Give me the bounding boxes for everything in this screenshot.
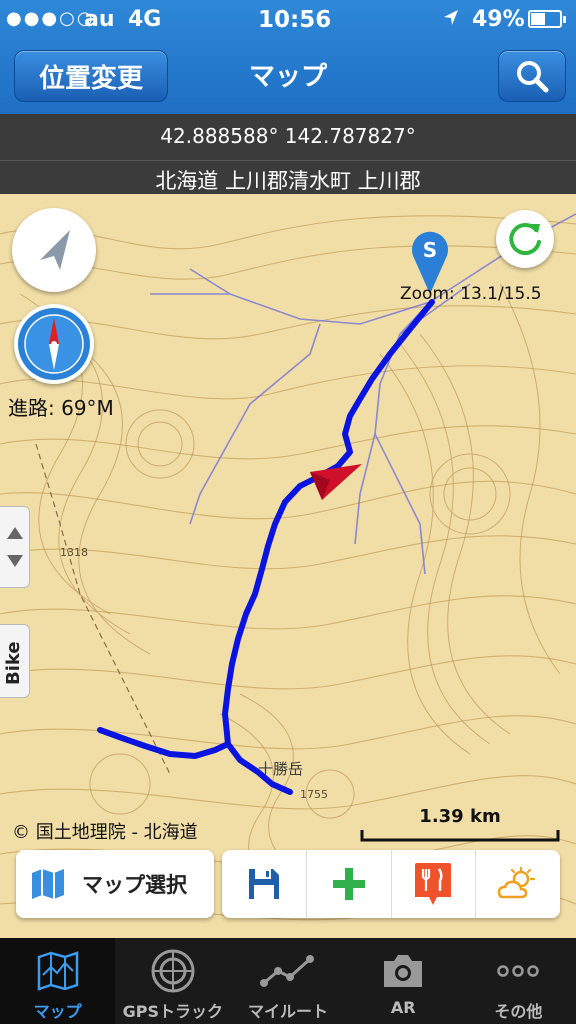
- compass-icon: [18, 308, 90, 380]
- navigation-button[interactable]: [12, 208, 96, 292]
- map-select-button[interactable]: マップ選択: [16, 850, 214, 918]
- address-text: 北海道 上川郡清水町 上川郡: [155, 169, 421, 193]
- scale-bar: 1.39 km: [362, 806, 558, 836]
- bike-mode-toggle[interactable]: Bike: [0, 624, 30, 698]
- heading-label: 進路: 69°M: [8, 396, 114, 420]
- zoom-label: Zoom: 13.1/15.5: [400, 284, 542, 304]
- coordinates-text: 42.888588° 142.787827°: [160, 124, 416, 148]
- tab-label: GPSトラック: [122, 1002, 223, 1021]
- carrier-name: au: [84, 7, 115, 32]
- map-copyright: © 国土地理院 - 北海道: [12, 822, 198, 843]
- more-icon: [497, 965, 540, 977]
- svg-text:1755: 1755: [300, 788, 328, 801]
- svg-text:十勝岳: 十勝岳: [258, 760, 303, 778]
- status-bar: ●●●○○ au 4G 10:56 49%: [0, 0, 576, 40]
- search-button[interactable]: [498, 50, 566, 102]
- up-down-arrows-icon: [7, 527, 23, 567]
- refresh-button[interactable]: [496, 210, 554, 268]
- scale-label: 1.39 km: [419, 806, 501, 827]
- route-icon: [260, 955, 314, 987]
- battery-percent: 49%: [472, 7, 525, 32]
- tab-label: マイルート: [248, 1002, 329, 1021]
- tab-ar[interactable]: AR: [346, 938, 461, 1024]
- svg-text:S: S: [423, 238, 437, 262]
- save-icon: [248, 869, 279, 899]
- map-icon: [37, 951, 78, 991]
- tab-label: その他: [494, 1002, 543, 1021]
- clock: 10:56: [258, 7, 332, 33]
- location-info-bar: 42.888588° 142.787827° 北海道 上川郡清水町 上川郡: [0, 114, 576, 194]
- map-action-toolbar: [222, 850, 560, 918]
- tab-map[interactable]: マップ: [0, 938, 116, 1024]
- map-icon: [32, 869, 64, 899]
- tab-my-route[interactable]: マイルート: [230, 938, 345, 1024]
- network-type: 4G: [128, 7, 162, 32]
- app-header: 位置変更 マップ: [0, 40, 576, 114]
- restaurant-icon: [415, 863, 452, 905]
- add-button[interactable]: [307, 850, 392, 918]
- save-button[interactable]: [222, 850, 307, 918]
- layer-stepper[interactable]: [0, 506, 30, 588]
- weather-button[interactable]: [476, 850, 560, 918]
- divider: [0, 160, 576, 161]
- compass-button[interactable]: [14, 304, 94, 384]
- tab-label: AR: [390, 998, 416, 1017]
- bike-mode-label: Bike: [3, 641, 24, 685]
- radar-icon: [151, 949, 195, 993]
- topo-map[interactable]: S 1318 1755 十勝岳 進路: 69°M Zoom: 13.1/15.5: [0, 194, 576, 938]
- page-title: マップ: [248, 62, 327, 92]
- navigation-arrow-icon: [40, 230, 70, 270]
- camera-icon: [384, 955, 423, 987]
- map-select-label: マップ選択: [82, 873, 187, 897]
- svg-text:1318: 1318: [60, 546, 88, 559]
- tab-bar: マップ GPSトラック マイルート AR その他: [0, 938, 576, 1024]
- tab-gps-track[interactable]: GPSトラック: [115, 938, 230, 1024]
- restaurant-button[interactable]: [392, 850, 477, 918]
- battery-icon: [528, 10, 566, 28]
- tab-label: マップ: [33, 1002, 82, 1021]
- signal-strength: ●●●○○: [6, 8, 95, 29]
- location-arrow-icon: [442, 7, 460, 34]
- add-icon: [332, 868, 365, 900]
- refresh-icon: [509, 223, 541, 256]
- change-location-button[interactable]: 位置変更: [14, 50, 168, 102]
- tab-more[interactable]: その他: [461, 938, 576, 1024]
- weather-icon: [497, 867, 536, 899]
- search-icon: [517, 61, 549, 93]
